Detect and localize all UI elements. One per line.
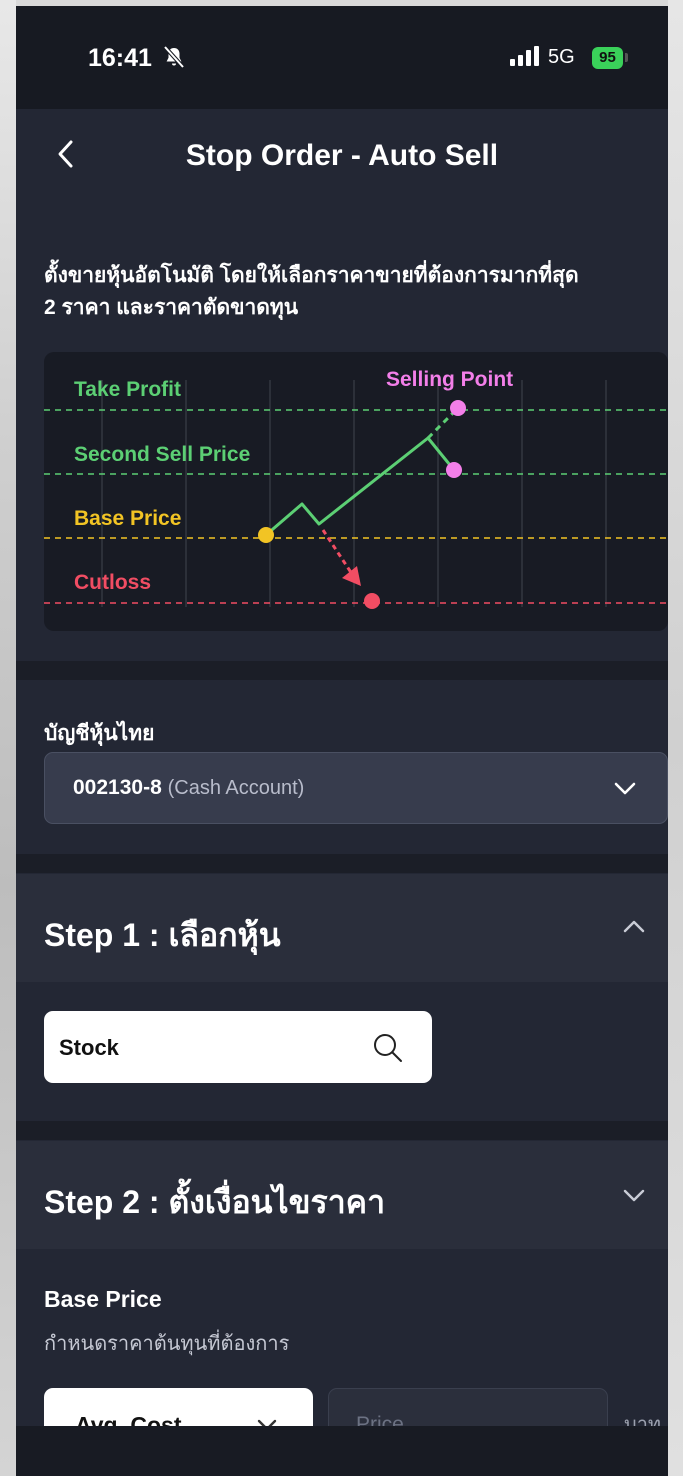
selling-point-dot-1 (450, 400, 466, 416)
background-right (668, 0, 683, 1476)
signal-icon (510, 46, 542, 71)
step1-header[interactable]: Step 1 : เลือกหุ้น (16, 874, 668, 982)
base-price-title: Base Price (44, 1286, 162, 1312)
description-line-2: 2 ราคา และราคาตัดขาดทุน (44, 296, 299, 319)
description-line-1: ตั้งขายหุ้นอัตโนมัติ โดยให้เลือกราคาขายท… (44, 264, 579, 287)
selling-point-label: Selling Point (386, 368, 514, 391)
background-left (0, 0, 16, 1476)
page-title: Stop Order - Auto Sell (185, 139, 499, 172)
stock-search-input[interactable]: Stock (44, 1011, 432, 1083)
cutloss-label: Cutloss (74, 571, 152, 594)
chevron-up-icon[interactable] (622, 916, 646, 941)
second-sell-label: Second Sell Price (74, 443, 251, 466)
section-divider (16, 661, 668, 680)
network-type: 5G (548, 46, 575, 68)
account-select[interactable]: 002130-8 (Cash Account) (44, 752, 668, 824)
section-divider (16, 1121, 668, 1140)
status-time: 16:41 (88, 44, 152, 72)
description: ตั้งขายหุ้นอัตโนมัติ โดยให้เลือกราคาขายท… (44, 260, 664, 324)
bottom-bar (16, 1426, 668, 1476)
step2-title: Step 2 : ตั้งเงื่อนไขราคา (44, 1184, 386, 1220)
stock-search-label: Stock (59, 1035, 119, 1060)
step2-header[interactable]: Step 2 : ตั้งเงื่อนไขราคา (16, 1141, 668, 1249)
step1-title: Step 1 : เลือกหุ้น (44, 917, 281, 953)
stop-order-diagram: Take Profit Second Sell Price Base Price… (44, 352, 668, 631)
base-price-subtitle: กำหนดราคาต้นทุนที่ต้องการ (44, 1333, 290, 1355)
bell-slash-icon (162, 45, 186, 74)
chevron-down-icon[interactable] (622, 1185, 646, 1210)
base-price-dot (258, 527, 274, 543)
battery-tip (625, 53, 628, 62)
battery-icon: 95 (592, 47, 623, 69)
account-number: 002130-8 (73, 776, 162, 799)
account-type: (Cash Account) (167, 777, 305, 799)
price-path (265, 436, 456, 537)
account-value: 002130-8 (Cash Account) (73, 776, 304, 800)
selling-point-dot-2 (446, 462, 462, 478)
status-bar: 16:41 5G 95 (16, 6, 668, 109)
chevron-down-icon (613, 777, 637, 806)
section-divider (16, 854, 668, 873)
search-icon[interactable] (372, 1032, 404, 1069)
take-profit-label: Take Profit (74, 378, 181, 401)
cutloss-dot (364, 593, 380, 609)
phone-screen: 16:41 5G 95 Stop Order - Auto Sell ตั้งข… (16, 6, 668, 1476)
account-label: บัญชีหุ้นไทย (44, 722, 155, 745)
base-price-label: Base Price (74, 507, 182, 530)
